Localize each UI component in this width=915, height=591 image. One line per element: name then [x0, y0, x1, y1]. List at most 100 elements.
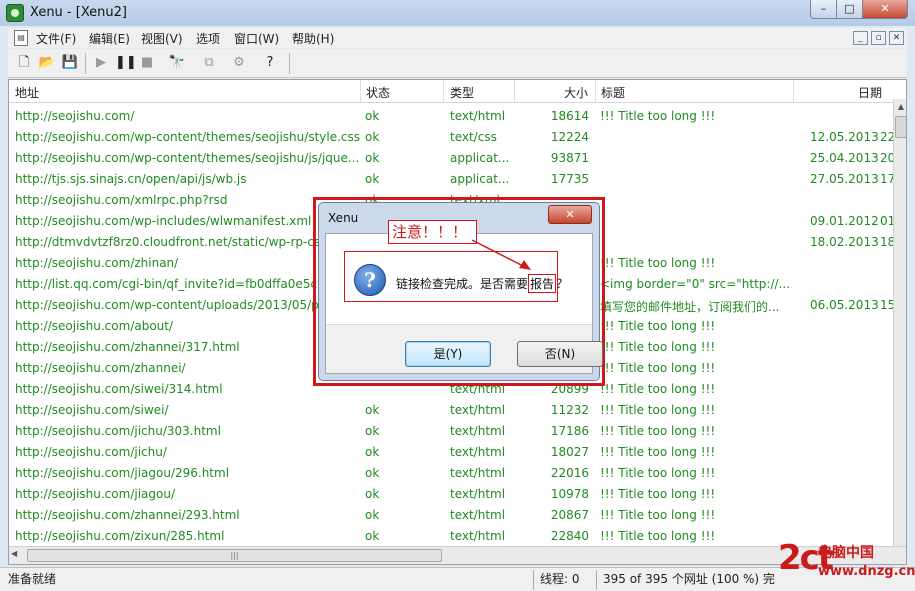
new-icon[interactable]: 🗋 [15, 54, 33, 72]
column-header-date[interactable]: 日期 [858, 84, 882, 101]
cell-title: !!! Title too long !!! [600, 487, 716, 501]
cell-url: http://seojishu.com/jichu/ [15, 445, 167, 459]
column-divider[interactable] [514, 80, 515, 102]
mdi-restore-button[interactable]: ▫ [871, 31, 886, 45]
cell-size: 17735 [550, 172, 589, 186]
cell-url: http://seojishu.com/jichu/303.html [15, 424, 221, 438]
cell-title: <img border="0" src="http://... [600, 277, 790, 291]
watermark-logo: 2ct 电脑中国 www.dnzg.cn [778, 538, 915, 586]
column-divider[interactable] [360, 80, 361, 102]
document-window-icon[interactable]: ▤ [14, 30, 28, 46]
toolbar-separator [289, 53, 290, 74]
cell-type: text/html [450, 466, 506, 480]
menu-view[interactable]: 视图(V) [141, 30, 183, 47]
cell-type: applicat... [450, 172, 510, 186]
cell-url: http://seojishu.com/wp-content/uploads/2… [15, 298, 319, 312]
cell-title: !!! Title too long !!! [600, 340, 716, 354]
cell-type: text/html [450, 508, 506, 522]
toolbar: 🗋 📂 💾 ▶ ❚❚ ■ 🔭 ⧉ ⚙ ? [8, 49, 907, 78]
cell-url: http://seojishu.com/zhannei/293.html [15, 508, 240, 522]
cell-type: text/html [450, 529, 506, 543]
stop-icon[interactable]: ■ [138, 54, 156, 72]
maximize-button[interactable]: □ [836, 0, 863, 19]
cell-status: ok [365, 130, 380, 144]
cell-status: ok [365, 529, 380, 543]
status-divider [596, 570, 597, 590]
cell-url: http://seojishu.com/wp-content/themes/se… [15, 151, 360, 165]
column-divider[interactable] [443, 80, 444, 102]
mdi-minimize-button[interactable]: _ [853, 31, 868, 45]
xenu-app-icon [6, 4, 24, 22]
yes-button[interactable]: 是(Y) [405, 341, 491, 367]
table-row[interactable]: http://seojishu.com/jiagou/ok text/html 10… [9, 483, 893, 504]
cell-title: !!! Title too long !!! [600, 361, 716, 375]
cell-date: 12.05.2013 [810, 130, 879, 144]
cell-size: 22016 [550, 466, 589, 480]
cell-size: 10978 [550, 487, 589, 501]
column-header-status[interactable]: 状态 [366, 84, 390, 101]
table-row[interactable]: http://seojishu.com/jichu/ok text/html 180… [9, 441, 893, 462]
column-header-type[interactable]: 类型 [450, 84, 474, 101]
table-row[interactable]: http://seojishu.com/ok text/html 18614 !!! … [9, 105, 893, 126]
save-icon[interactable]: 💾 [61, 54, 79, 72]
properties-icon[interactable]: ⚙ [230, 54, 248, 72]
dialog-close-button[interactable]: ✕ [548, 205, 592, 224]
minimize-button[interactable]: – [810, 0, 837, 19]
cell-date: 09.01.2012 [810, 214, 879, 228]
column-header-title[interactable]: 标题 [601, 84, 625, 101]
cell-url: http://seojishu.com/zhannei/317.html [15, 340, 240, 354]
annotation-note: 注意！！！ [388, 220, 477, 244]
cell-size: 20867 [550, 508, 589, 522]
open-icon[interactable]: 📂 [38, 54, 56, 72]
menu-window[interactable]: 窗口(W) [234, 30, 279, 47]
close-button[interactable]: ✕ [862, 0, 908, 19]
mdi-close-button[interactable]: ✕ [889, 31, 904, 45]
copy-icon[interactable]: ⧉ [200, 54, 218, 72]
scroll-up-icon[interactable]: ▲ [894, 99, 906, 115]
cell-url: http://seojishu.com/siwei/314.html [15, 382, 223, 396]
table-row[interactable]: http://seojishu.com/siwei/ok text/html 112… [9, 399, 893, 420]
status-text: 准备就绪 [8, 572, 57, 586]
menu-file[interactable]: 文件(F) [36, 30, 76, 47]
dialog-title: Xenu [328, 211, 359, 225]
play-icon[interactable]: ▶ [92, 54, 110, 72]
cell-date: 27.05.2013 [810, 172, 879, 186]
cell-title: !!! Title too long !!! [600, 529, 716, 543]
column-header-size[interactable]: 大小 [564, 84, 588, 101]
cell-size: 18614 [550, 109, 589, 123]
table-row[interactable]: http://seojishu.com/wp-content/themes/se… [9, 126, 895, 147]
find-icon[interactable]: 🔭 [168, 54, 186, 72]
vertical-scroll-thumb[interactable] [895, 116, 906, 138]
table-row[interactable]: http://seojishu.com/jichu/303.html ok text… [9, 420, 893, 441]
vertical-scrollbar[interactable]: ▲ [893, 99, 906, 547]
table-row[interactable]: http://seojishu.com/jiagou/296.html ok tex… [9, 462, 893, 483]
cell-type: applicat... [450, 151, 510, 165]
table-row[interactable]: http://seojishu.com/zixun/285.html ok text… [9, 525, 893, 546]
cell-url: http://seojishu.com/wp-content/themes/se… [15, 130, 360, 144]
title-bar: Xenu - [Xenu2] – □ ✕ [0, 0, 915, 26]
cell-date: 06.05.2013 [810, 298, 879, 312]
pause-icon[interactable]: ❚❚ [115, 54, 137, 72]
cell-size: 17186 [550, 424, 589, 438]
horizontal-scrollbar[interactable]: ◀ ||| [9, 546, 906, 564]
table-row[interactable]: http://seojishu.com/wp-content/themes/se… [9, 147, 895, 168]
menu-options[interactable]: 选项 [196, 30, 220, 47]
cell-url: http://list.qq.com/cgi-bin/qf_invite?id=… [15, 277, 325, 291]
menu-help[interactable]: 帮助(H) [292, 30, 334, 47]
cell-size: 11232 [550, 403, 589, 417]
table-row[interactable]: http://tjs.sjs.sinajs.cn/open/api/js/wb.… [9, 168, 895, 189]
horizontal-scroll-thumb[interactable]: ||| [27, 549, 442, 562]
no-button[interactable]: 否(N) [517, 341, 603, 367]
cell-type: text/css [450, 130, 497, 144]
column-divider[interactable] [793, 80, 794, 102]
menu-edit[interactable]: 编辑(E) [89, 30, 130, 47]
cell-size: 18027 [550, 445, 589, 459]
cell-status: ok [365, 487, 380, 501]
column-header-url[interactable]: 地址 [15, 84, 39, 101]
table-row[interactable]: http://seojishu.com/zhannei/293.html ok te… [9, 504, 893, 525]
help-icon[interactable]: ? [261, 54, 279, 72]
scroll-left-icon[interactable]: ◀ [11, 549, 17, 558]
toolbar-separator [85, 53, 86, 74]
cell-status: ok [365, 424, 380, 438]
column-divider[interactable] [595, 80, 596, 102]
